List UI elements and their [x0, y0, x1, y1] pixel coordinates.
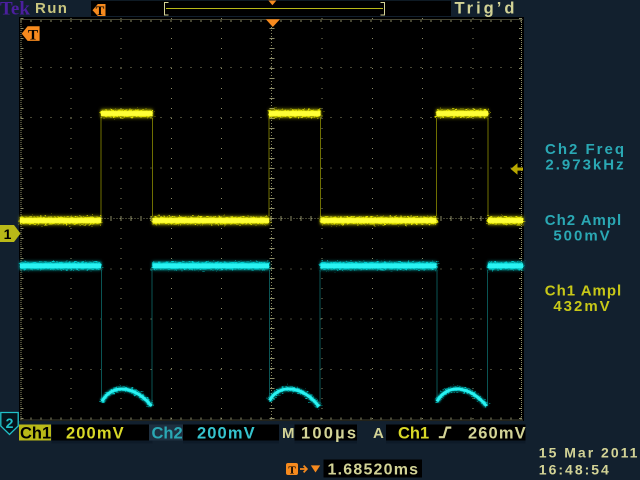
- svg-text:500mV: 500mV: [553, 228, 611, 245]
- svg-text:16:48:54: 16:48:54: [539, 462, 611, 478]
- svg-text:260mV: 260mV: [468, 425, 527, 443]
- svg-text:Tek: Tek: [0, 0, 30, 20]
- svg-text:Ch1: Ch1: [20, 425, 51, 443]
- svg-text:Ch2: Ch2: [152, 425, 183, 443]
- svg-text:A: A: [373, 425, 384, 442]
- svg-text:T: T: [288, 465, 296, 477]
- svg-text:1.68520ms: 1.68520ms: [328, 462, 420, 479]
- svg-text:T: T: [96, 3, 105, 18]
- svg-text:100µs: 100µs: [301, 425, 358, 443]
- svg-text:200mV: 200mV: [66, 425, 125, 443]
- svg-text:Ch1: Ch1: [398, 425, 429, 443]
- svg-text:200mV: 200mV: [197, 425, 256, 443]
- svg-text:M: M: [282, 425, 295, 442]
- svg-text:Ch1 Ampl: Ch1 Ampl: [545, 283, 622, 300]
- svg-text:2: 2: [6, 415, 14, 431]
- svg-text:Trig’d: Trig’d: [455, 0, 518, 18]
- svg-text:Ch2 Ampl: Ch2 Ampl: [545, 212, 622, 229]
- svg-text:432mV: 432mV: [553, 298, 611, 315]
- svg-text:Run: Run: [35, 0, 68, 17]
- svg-text:15 Mar 2011: 15 Mar 2011: [539, 445, 640, 461]
- svg-text:T: T: [28, 27, 38, 43]
- svg-text:2.973kHz: 2.973kHz: [545, 157, 625, 174]
- svg-text:1: 1: [4, 226, 12, 242]
- svg-text:Ch2 Freq: Ch2 Freq: [545, 141, 626, 158]
